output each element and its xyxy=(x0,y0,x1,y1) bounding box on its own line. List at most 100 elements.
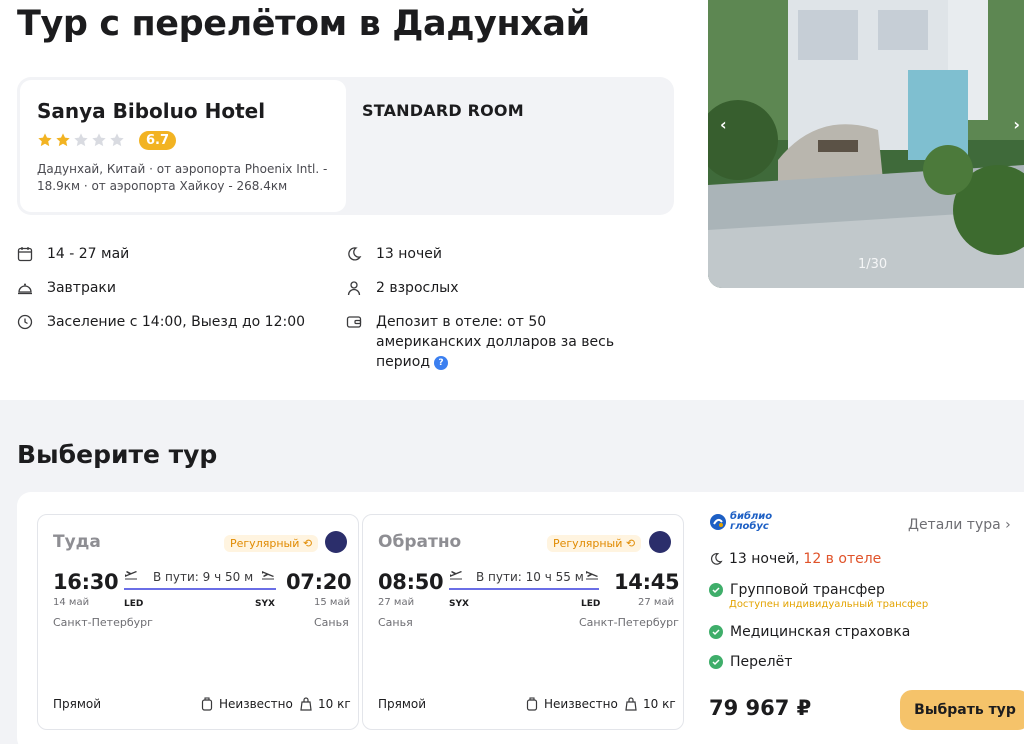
section-title: Выберите тур xyxy=(17,440,218,469)
hotel-name[interactable]: Sanya Biboluo Hotel xyxy=(37,99,329,123)
takeoff-icon xyxy=(450,571,462,580)
person-icon xyxy=(347,281,361,296)
check-icon xyxy=(709,625,723,639)
tour-card: Туда Регулярный ⟲ 16:30 14 май Санкт-Пет… xyxy=(17,492,1024,744)
photo-next-button[interactable]: › xyxy=(1013,115,1020,134)
departure-city: Санкт-Петербург xyxy=(53,616,153,629)
hotel-photo xyxy=(708,0,1024,288)
flight-badge: Регулярный ⟲ xyxy=(224,535,319,552)
flight-type: Прямой xyxy=(378,697,427,711)
trip-nights: 13 ночей xyxy=(346,244,442,264)
cloche-icon xyxy=(18,283,32,295)
feature-insurance: Медицинская страховка xyxy=(709,624,910,640)
flight-direction: Обратно xyxy=(378,532,462,552)
operator-logo-line2: глобус xyxy=(730,521,769,532)
page-title: Тур с перелётом в Дадунхай xyxy=(17,4,590,44)
offer-nights: 13 ночей, 12 в отеле xyxy=(709,551,881,567)
feature-transfer: Групповой трансфер xyxy=(709,582,885,598)
trip-checkin: Заселение с 14:00, Выезд до 12:00 xyxy=(17,312,305,332)
arrival-city: Санья xyxy=(314,616,349,629)
hand-luggage-info: 10 кг xyxy=(625,697,676,711)
flight-card-outbound[interactable]: Туда Регулярный ⟲ 16:30 14 май Санкт-Пет… xyxy=(37,514,359,730)
flight-route-line xyxy=(124,588,276,590)
landing-icon xyxy=(262,571,274,580)
airline-logo-icon xyxy=(325,531,347,553)
trip-meals: Завтраки xyxy=(17,278,116,298)
transfer-note[interactable]: Доступен индивидуальный трансфер xyxy=(729,599,928,610)
trip-nights-text: 13 ночей xyxy=(376,246,442,262)
wallet-icon xyxy=(346,316,362,328)
landing-icon xyxy=(586,571,598,580)
tour-section: Выберите тур Туда Регулярный ⟲ 16:30 14 … xyxy=(0,400,1024,744)
arrival-date: 27 май xyxy=(638,597,675,608)
departure-time: 08:50 xyxy=(378,570,444,594)
arrival-code: LED xyxy=(581,599,601,609)
moon-icon xyxy=(348,247,362,261)
choose-tour-button[interactable]: Выбрать тур xyxy=(900,690,1024,730)
baggage-info: Неизвестно xyxy=(526,697,618,711)
star-filled-icon xyxy=(56,133,70,147)
flight-type: Прямой xyxy=(53,697,102,711)
feature-flight: Перелёт xyxy=(709,654,792,670)
baggage-info: Неизвестно xyxy=(201,697,293,711)
suitcase-icon xyxy=(201,697,213,711)
trip-dates: 14 - 27 май xyxy=(17,244,129,264)
room-type: STANDARD ROOM xyxy=(362,101,524,120)
rating-badge: 6.7 xyxy=(139,130,177,150)
departure-date: 14 май xyxy=(53,597,90,608)
flight-duration: В пути: 10 ч 55 м xyxy=(476,570,584,584)
moon-icon xyxy=(710,553,723,565)
star-filled-icon xyxy=(38,133,52,147)
hand-luggage-info: 10 кг xyxy=(300,697,351,711)
star-empty-icon xyxy=(110,133,124,147)
arrival-time: 07:20 xyxy=(286,570,352,594)
arrival-time: 14:45 xyxy=(614,570,680,594)
calendar-icon xyxy=(17,247,33,262)
operator-logo: библио глобус xyxy=(709,512,772,532)
trip-guests-text: 2 взрослых xyxy=(376,280,459,296)
departure-code: SYX xyxy=(449,599,469,609)
hotel-photo-gallery[interactable]: ‹ › 1/30 xyxy=(708,0,1024,288)
flight-duration: В пути: 9 ч 50 м xyxy=(153,570,254,584)
hotel-stars xyxy=(37,132,125,148)
rating-row: 6.7 xyxy=(37,129,329,151)
help-icon[interactable]: ? xyxy=(434,356,448,370)
arrival-code: SYX xyxy=(255,599,275,609)
trip-checkin-text: Заселение с 14:00, Выезд до 12:00 xyxy=(47,314,306,330)
bag-icon xyxy=(300,697,312,711)
hotel-panel: Sanya Biboluo Hotel 6.7 Дадунхай, Китай … xyxy=(17,77,674,215)
nights-in-hotel: 12 в отеле xyxy=(803,551,882,567)
star-empty-icon xyxy=(92,133,106,147)
flight-route-line xyxy=(449,588,599,590)
trip-deposit-text: Депозит в отеле: от 50 американских долл… xyxy=(376,314,615,370)
hotel-card[interactable]: Sanya Biboluo Hotel 6.7 Дадунхай, Китай … xyxy=(20,80,346,212)
check-icon xyxy=(709,655,723,669)
takeoff-icon xyxy=(125,571,137,580)
trip-meals-text: Завтраки xyxy=(47,280,116,296)
departure-time: 16:30 xyxy=(53,570,119,594)
tour-details-link[interactable]: Детали тура › xyxy=(908,517,1011,533)
bag-icon xyxy=(625,697,637,711)
hotel-location: Дадунхай, Китай · от аэропорта Phoenix I… xyxy=(37,162,328,193)
flight-badge: Регулярный ⟲ xyxy=(547,535,642,552)
photo-prev-button[interactable]: ‹ xyxy=(720,115,727,134)
trip-dates-text: 14 - 27 май xyxy=(47,246,130,262)
departure-city: Санья xyxy=(378,616,413,629)
suitcase-icon xyxy=(526,697,538,711)
airline-logo-icon xyxy=(649,531,671,553)
chevron-right-icon: › xyxy=(1005,517,1011,533)
arrival-city: Санкт-Петербург xyxy=(579,616,679,629)
arrival-date: 15 май xyxy=(314,597,351,608)
clock-icon xyxy=(17,314,33,330)
operator-logo-icon xyxy=(710,514,726,530)
departure-code: LED xyxy=(124,599,144,609)
photo-counter: 1/30 xyxy=(858,257,888,272)
departure-date: 27 май xyxy=(378,597,415,608)
tour-price: 79 967 ₽ xyxy=(709,696,812,720)
check-icon xyxy=(709,583,723,597)
flight-card-return[interactable]: Обратно Регулярный ⟲ 08:50 27 май Санья … xyxy=(362,514,684,730)
flight-direction: Туда xyxy=(53,532,101,552)
star-empty-icon xyxy=(74,133,88,147)
trip-guests: 2 взрослых xyxy=(346,278,459,298)
trip-deposit: Депозит в отеле: от 50 американских долл… xyxy=(346,312,646,372)
